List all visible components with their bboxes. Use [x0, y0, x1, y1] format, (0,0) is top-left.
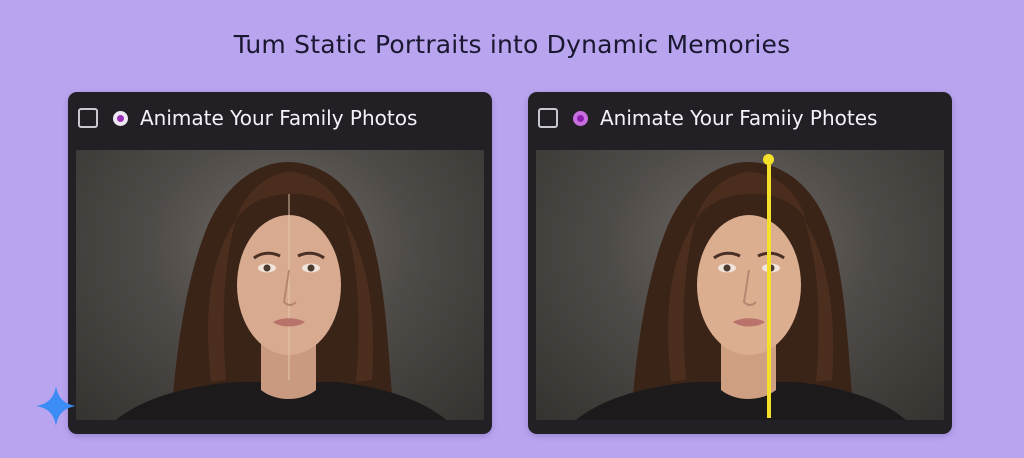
- portrait-illustration: [116, 162, 446, 420]
- card-title: Animate Your Famiiy Photes: [600, 106, 878, 130]
- photo-card-animated: Animate Your Famiiy Photes: [528, 92, 952, 434]
- card-header: Animate Your Famiiy Photes: [528, 92, 952, 144]
- photo-card-original: Animate Your Family Photos: [68, 92, 492, 434]
- radio-dot-icon[interactable]: [113, 110, 128, 126]
- portrait-illustration: [576, 162, 906, 420]
- comparison-slider-line[interactable]: [767, 158, 771, 418]
- page-headline: Tum Static Portraits into Dynamic Memori…: [233, 30, 791, 59]
- sparkle-icon: [36, 386, 76, 426]
- radio-dot-icon[interactable]: [573, 110, 588, 126]
- portrait-photo: [536, 150, 944, 420]
- portrait-photo: [76, 150, 484, 420]
- comparison-slider-handle[interactable]: [763, 154, 774, 165]
- checkbox-icon[interactable]: [538, 108, 558, 128]
- card-title: Animate Your Family Photos: [140, 106, 418, 130]
- card-header: Animate Your Family Photos: [68, 92, 492, 144]
- checkbox-icon[interactable]: [78, 108, 98, 128]
